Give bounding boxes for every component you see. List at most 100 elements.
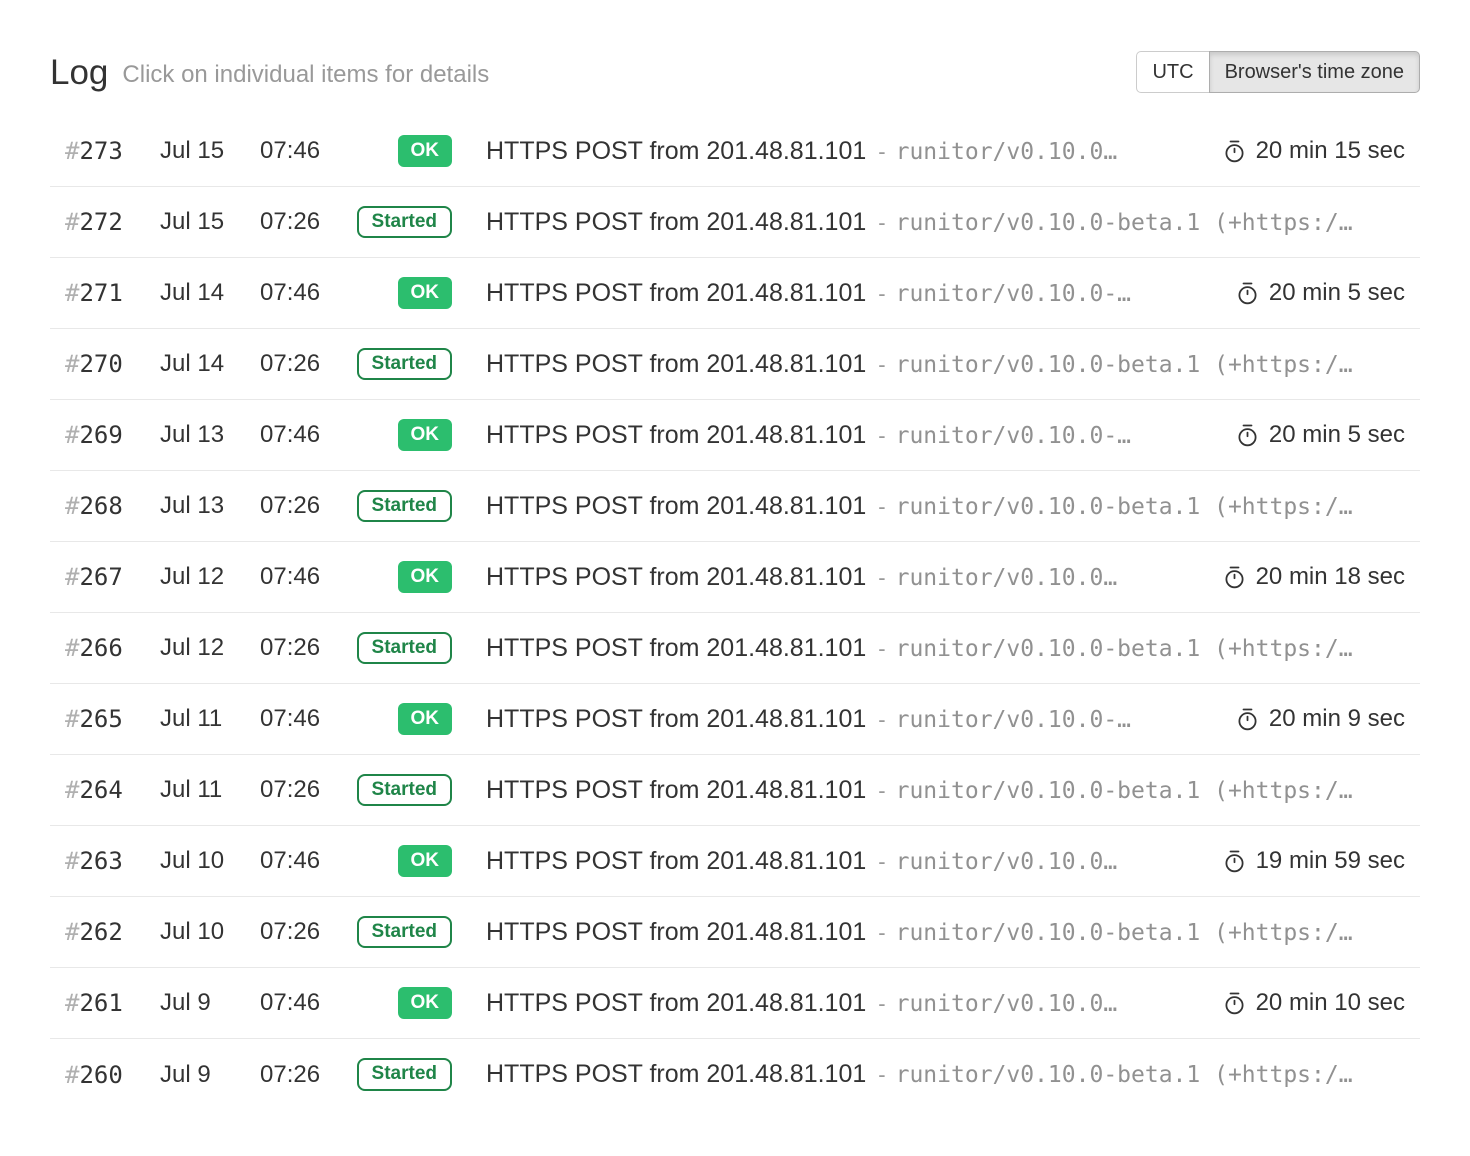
event-time: 07:26 (260, 208, 326, 236)
event-message: HTTPS POST from 201.48.81.101-runitor/v0… (486, 208, 1405, 237)
status-badge-cell: OK (326, 561, 452, 594)
timezone-toggle-group: UTC Browser's time zone (1136, 51, 1420, 93)
event-message: HTTPS POST from 201.48.81.101-runitor/v0… (486, 563, 1209, 592)
event-user-agent: runitor/v0.10.0-… (896, 423, 1131, 449)
event-duration: 20 min 10 sec (1223, 989, 1405, 1017)
log-table: #273 Jul 15 07:46 OK HTTPS POST from 201… (50, 116, 1420, 1110)
event-date: Jul 14 (160, 279, 260, 307)
status-badge-cell: OK (326, 419, 452, 452)
event-number-value: 268 (79, 492, 122, 520)
event-message-text: HTTPS POST from 201.48.81.101 (486, 634, 866, 662)
message-separator: - (878, 494, 885, 519)
event-number-value: 270 (79, 350, 122, 378)
event-number-value: 261 (79, 989, 122, 1017)
event-user-agent: runitor/v0.10.0… (896, 139, 1118, 165)
log-row[interactable]: #269 Jul 13 07:46 OK HTTPS POST from 201… (50, 400, 1420, 471)
event-user-agent: runitor/v0.10.0-beta.1 (+https:/… (896, 494, 1353, 520)
log-row[interactable]: #266 Jul 12 07:26 Started HTTPS POST fro… (50, 613, 1420, 684)
event-time: 07:46 (260, 137, 326, 165)
event-time: 07:26 (260, 918, 326, 946)
hash-prefix: # (65, 989, 79, 1017)
stopwatch-icon (1223, 850, 1246, 873)
event-message-text: HTTPS POST from 201.48.81.101 (486, 776, 866, 804)
event-time: 07:46 (260, 421, 326, 449)
status-badge-cell: OK (326, 703, 452, 736)
status-badge: Started (357, 348, 452, 381)
message-separator: - (878, 352, 885, 377)
event-user-agent: runitor/v0.10.0-beta.1 (+https:/… (896, 1062, 1353, 1088)
log-row[interactable]: #260 Jul 9 07:26 Started HTTPS POST from… (50, 1039, 1420, 1110)
event-duration: 20 min 5 sec (1236, 279, 1405, 307)
message-separator: - (878, 423, 885, 448)
event-time: 07:26 (260, 634, 326, 662)
event-message-text: HTTPS POST from 201.48.81.101 (486, 137, 866, 165)
utc-button[interactable]: UTC (1136, 51, 1209, 93)
event-date: Jul 11 (160, 705, 260, 733)
hash-prefix: # (65, 563, 79, 591)
event-message-text: HTTPS POST from 201.48.81.101 (486, 847, 866, 875)
log-row[interactable]: #267 Jul 12 07:46 OK HTTPS POST from 201… (50, 542, 1420, 613)
log-row[interactable]: #262 Jul 10 07:26 Started HTTPS POST fro… (50, 897, 1420, 968)
status-badge: Started (357, 916, 452, 949)
event-number-value: 272 (79, 208, 122, 236)
status-badge: Started (357, 632, 452, 665)
hash-prefix: # (65, 137, 79, 165)
stopwatch-icon (1223, 992, 1246, 1015)
event-duration: 20 min 9 sec (1236, 705, 1405, 733)
log-row[interactable]: #270 Jul 14 07:26 Started HTTPS POST fro… (50, 329, 1420, 400)
event-duration: 20 min 5 sec (1236, 421, 1405, 449)
event-number-value: 266 (79, 634, 122, 662)
event-message: HTTPS POST from 201.48.81.101-runitor/v0… (486, 1060, 1405, 1089)
status-badge-cell: Started (326, 774, 452, 807)
event-message: HTTPS POST from 201.48.81.101-runitor/v0… (486, 918, 1405, 947)
log-row[interactable]: #268 Jul 13 07:26 Started HTTPS POST fro… (50, 471, 1420, 542)
log-row[interactable]: #271 Jul 14 07:46 OK HTTPS POST from 201… (50, 258, 1420, 329)
event-message: HTTPS POST from 201.48.81.101-runitor/v0… (486, 421, 1222, 450)
status-badge: Started (357, 490, 452, 523)
hash-prefix: # (65, 350, 79, 378)
event-number-value: 262 (79, 918, 122, 946)
event-duration-text: 19 min 59 sec (1256, 847, 1405, 875)
log-row[interactable]: #273 Jul 15 07:46 OK HTTPS POST from 201… (50, 116, 1420, 187)
event-message-text: HTTPS POST from 201.48.81.101 (486, 989, 866, 1017)
event-date: Jul 10 (160, 847, 260, 875)
event-message-text: HTTPS POST from 201.48.81.101 (486, 279, 866, 307)
message-separator: - (878, 991, 885, 1016)
event-number: #264 (65, 776, 160, 804)
event-message-text: HTTPS POST from 201.48.81.101 (486, 421, 866, 449)
event-number: #261 (65, 989, 160, 1017)
event-number-value: 263 (79, 847, 122, 875)
event-time: 07:46 (260, 563, 326, 591)
status-badge-cell: Started (326, 490, 452, 523)
log-row[interactable]: #263 Jul 10 07:46 OK HTTPS POST from 201… (50, 826, 1420, 897)
event-duration-text: 20 min 18 sec (1256, 563, 1405, 591)
event-number-value: 265 (79, 705, 122, 733)
stopwatch-icon (1236, 424, 1259, 447)
event-message-text: HTTPS POST from 201.48.81.101 (486, 1060, 866, 1088)
event-message: HTTPS POST from 201.48.81.101-runitor/v0… (486, 705, 1222, 734)
event-date: Jul 9 (160, 989, 260, 1017)
stopwatch-icon (1223, 566, 1246, 589)
status-badge-cell: OK (326, 845, 452, 878)
event-number: #271 (65, 279, 160, 307)
log-row[interactable]: #272 Jul 15 07:26 Started HTTPS POST fro… (50, 187, 1420, 258)
log-row[interactable]: #264 Jul 11 07:26 Started HTTPS POST fro… (50, 755, 1420, 826)
log-row[interactable]: #265 Jul 11 07:46 OK HTTPS POST from 201… (50, 684, 1420, 755)
status-badge-cell: OK (326, 987, 452, 1020)
event-user-agent: runitor/v0.10.0… (896, 991, 1118, 1017)
event-number: #262 (65, 918, 160, 946)
log-row[interactable]: #261 Jul 9 07:46 OK HTTPS POST from 201.… (50, 968, 1420, 1039)
status-badge-cell: Started (326, 632, 452, 665)
hash-prefix: # (65, 705, 79, 733)
event-user-agent: runitor/v0.10.0… (896, 565, 1118, 591)
hash-prefix: # (65, 918, 79, 946)
browser-timezone-button[interactable]: Browser's time zone (1209, 51, 1420, 93)
stopwatch-icon (1236, 282, 1259, 305)
event-date: Jul 14 (160, 350, 260, 378)
event-duration-text: 20 min 9 sec (1269, 705, 1405, 733)
event-duration-text: 20 min 10 sec (1256, 989, 1405, 1017)
event-number: #265 (65, 705, 160, 733)
event-user-agent: runitor/v0.10.0… (896, 849, 1118, 875)
event-user-agent: runitor/v0.10.0-beta.1 (+https:/… (896, 778, 1353, 804)
event-date: Jul 12 (160, 634, 260, 662)
